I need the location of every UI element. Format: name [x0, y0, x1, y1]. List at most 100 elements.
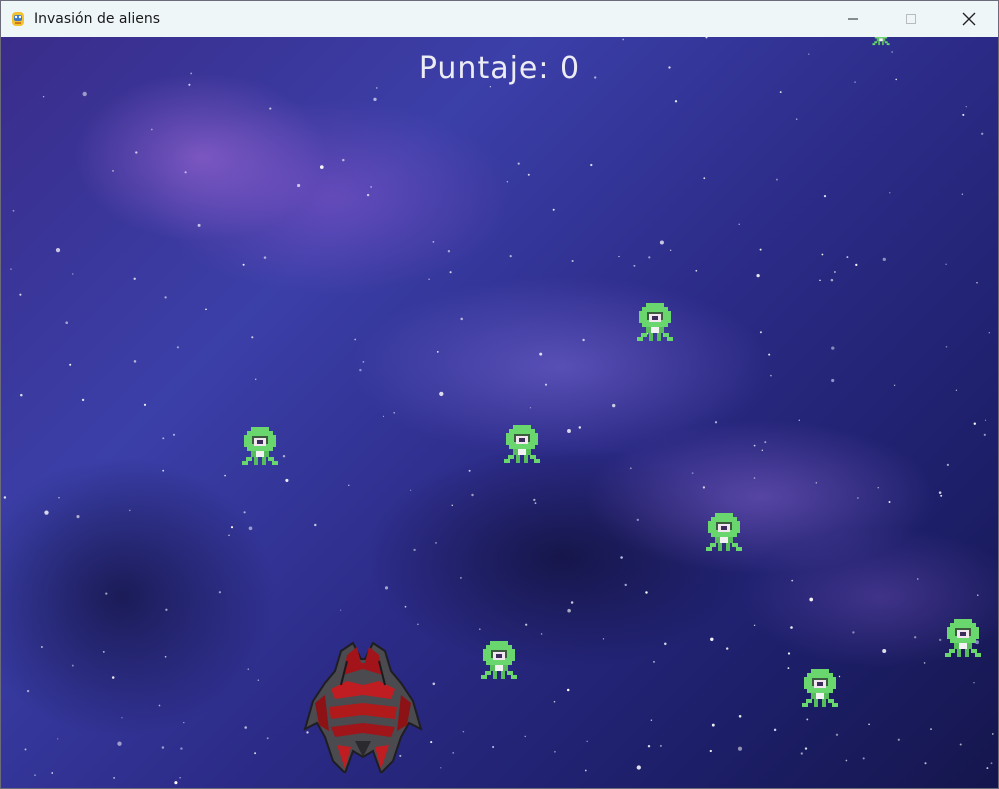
star [795, 118, 798, 120]
star [973, 422, 976, 425]
star [633, 264, 636, 267]
star [354, 338, 357, 341]
star [55, 248, 61, 253]
star [986, 767, 989, 770]
star [710, 637, 714, 642]
star [962, 113, 965, 116]
star [759, 331, 762, 334]
star [992, 733, 994, 735]
star [121, 717, 123, 719]
star [714, 421, 718, 424]
star [319, 165, 324, 169]
star [447, 250, 451, 253]
star [914, 636, 917, 639]
star [553, 700, 556, 703]
star [984, 419, 987, 421]
alien-enemy [945, 619, 981, 657]
star [659, 240, 664, 245]
star [647, 744, 651, 748]
star [254, 752, 257, 755]
alien-enemy [481, 641, 517, 679]
star [533, 498, 536, 502]
star [314, 523, 317, 527]
star [787, 652, 791, 655]
star [65, 321, 68, 324]
star [393, 412, 395, 414]
maximize-button[interactable] [882, 1, 940, 37]
game-canvas[interactable]: Puntaje: 0 [1, 37, 998, 788]
star [10, 268, 12, 270]
star [506, 180, 509, 183]
star [852, 631, 855, 634]
star [990, 762, 993, 765]
star [973, 682, 975, 684]
pygame-snake-icon [9, 10, 27, 28]
star [566, 688, 570, 692]
star [244, 726, 247, 729]
star [648, 256, 651, 259]
star [266, 737, 269, 740]
star [620, 556, 623, 559]
star [243, 511, 246, 514]
star [709, 749, 712, 753]
star [524, 735, 526, 738]
star [653, 660, 655, 663]
star [711, 723, 715, 727]
player-spaceship [303, 641, 423, 773]
star [737, 746, 743, 751]
minimize-button[interactable] [824, 1, 882, 37]
star [297, 183, 301, 188]
star [924, 762, 927, 765]
star [362, 361, 365, 363]
star [830, 278, 834, 282]
star [695, 269, 698, 272]
minimize-icon [848, 18, 858, 20]
star [228, 534, 230, 537]
star [24, 748, 27, 751]
star [432, 241, 435, 243]
alien-enemy [242, 427, 278, 465]
star [540, 633, 543, 635]
star [143, 403, 147, 406]
star [674, 100, 678, 103]
star [756, 273, 760, 278]
star [19, 293, 22, 296]
star [57, 738, 59, 740]
star [770, 374, 772, 377]
star [846, 256, 849, 259]
star [339, 609, 342, 611]
star [590, 163, 593, 167]
star [567, 608, 571, 613]
star [570, 601, 574, 604]
star [834, 271, 836, 273]
star [798, 419, 800, 421]
alien-enemy [637, 303, 673, 341]
star [670, 249, 672, 251]
star [664, 642, 667, 646]
star [703, 177, 706, 180]
star [439, 767, 442, 769]
star [460, 317, 463, 321]
star [955, 389, 958, 391]
star [889, 192, 891, 194]
star [582, 338, 585, 342]
star [552, 208, 555, 211]
title-bar[interactable]: Invasión de aliens [1, 1, 998, 37]
star [584, 769, 587, 772]
star [257, 679, 259, 681]
star [462, 730, 465, 733]
star [263, 256, 267, 259]
star [838, 675, 841, 678]
star [855, 263, 858, 267]
star [753, 444, 756, 447]
close-button[interactable] [940, 1, 998, 37]
star [650, 719, 653, 721]
star [40, 646, 43, 648]
star [622, 38, 625, 41]
star [618, 255, 620, 258]
maximize-icon [906, 14, 916, 24]
star [888, 501, 891, 503]
star [82, 91, 87, 97]
star [197, 223, 201, 227]
star [492, 746, 495, 748]
